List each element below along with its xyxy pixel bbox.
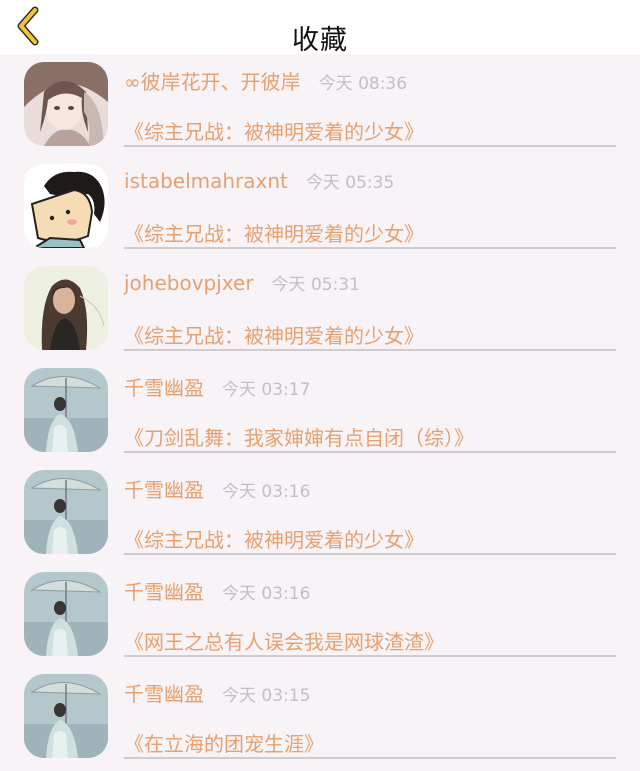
- username[interactable]: johebovpjxer: [124, 271, 254, 295]
- umbrella-girl-avatar[interactable]: [24, 368, 108, 452]
- book-title[interactable]: 《网王之总有人误会我是网球渣渣》: [124, 626, 616, 655]
- umbrella-girl-avatar[interactable]: [24, 674, 108, 758]
- timestamp: 今天 03:16: [222, 482, 311, 502]
- navigation-bar: 收藏: [0, 0, 640, 56]
- umbrella-girl-avatar[interactable]: [24, 470, 108, 554]
- divider: [124, 145, 616, 147]
- page-title: 收藏: [292, 25, 348, 56]
- timestamp: 今天 05:35: [305, 173, 395, 193]
- woman-portrait-avatar[interactable]: [24, 266, 108, 350]
- book-title[interactable]: 《综主兄战：被神明爱着的少女》: [124, 524, 616, 553]
- timestamp: 今天 03:17: [222, 380, 311, 400]
- book-title[interactable]: 《综主兄战：被神明爱着的少女》: [124, 320, 616, 349]
- book-title[interactable]: 《综主兄战：被神明爱着的少女》: [124, 116, 616, 145]
- anime-girl-avatar[interactable]: [24, 62, 108, 146]
- divider: [124, 349, 616, 351]
- username[interactable]: 千雪幽盈: [124, 576, 204, 605]
- username[interactable]: ∞彼岸花开、开彼岸: [124, 66, 301, 95]
- username[interactable]: 千雪幽盈: [124, 678, 204, 707]
- divider: [124, 553, 616, 555]
- username[interactable]: 千雪幽盈: [124, 372, 204, 401]
- divider: [124, 655, 616, 657]
- umbrella-girl-avatar[interactable]: [24, 572, 108, 656]
- username[interactable]: 千雪幽盈: [124, 474, 204, 503]
- cartoon-face-avatar[interactable]: [24, 164, 108, 248]
- favorites-list: ∞彼岸花开、开彼岸 今天 08:36 《综主兄战：被神明爱着的少女》 istab…: [0, 54, 640, 768]
- book-title[interactable]: 《刀剑乱舞：我家婶婶有点自闭（综）》: [124, 422, 616, 451]
- list-item[interactable]: johebovpjxer 今天 05:31 《综主兄战：被神明爱着的少女》: [0, 258, 640, 360]
- divider: [124, 247, 616, 249]
- timestamp: 今天 05:31: [271, 275, 360, 295]
- list-item[interactable]: ∞彼岸花开、开彼岸 今天 08:36 《综主兄战：被神明爱着的少女》: [0, 54, 640, 156]
- timestamp: 今天 03:16: [222, 584, 311, 604]
- book-title[interactable]: 《在立海的团宠生涯》: [124, 728, 616, 757]
- list-item[interactable]: 千雪幽盈 今天 03:15 《在立海的团宠生涯》: [0, 666, 640, 768]
- list-item[interactable]: 千雪幽盈 今天 03:16 《网王之总有人误会我是网球渣渣》: [0, 564, 640, 666]
- list-item[interactable]: 千雪幽盈 今天 03:17 《刀剑乱舞：我家婶婶有点自闭（综）》: [0, 360, 640, 462]
- timestamp: 今天 03:15: [222, 686, 311, 706]
- divider: [124, 451, 616, 453]
- list-item[interactable]: 千雪幽盈 今天 03:16 《综主兄战：被神明爱着的少女》: [0, 462, 640, 564]
- book-title[interactable]: 《综主兄战：被神明爱着的少女》: [124, 218, 616, 247]
- divider: [124, 757, 616, 759]
- list-item[interactable]: istabelmahraxnt 今天 05:35 《综主兄战：被神明爱着的少女》: [0, 156, 640, 258]
- timestamp: 今天 08:36: [318, 74, 408, 94]
- username[interactable]: istabelmahraxnt: [124, 169, 288, 193]
